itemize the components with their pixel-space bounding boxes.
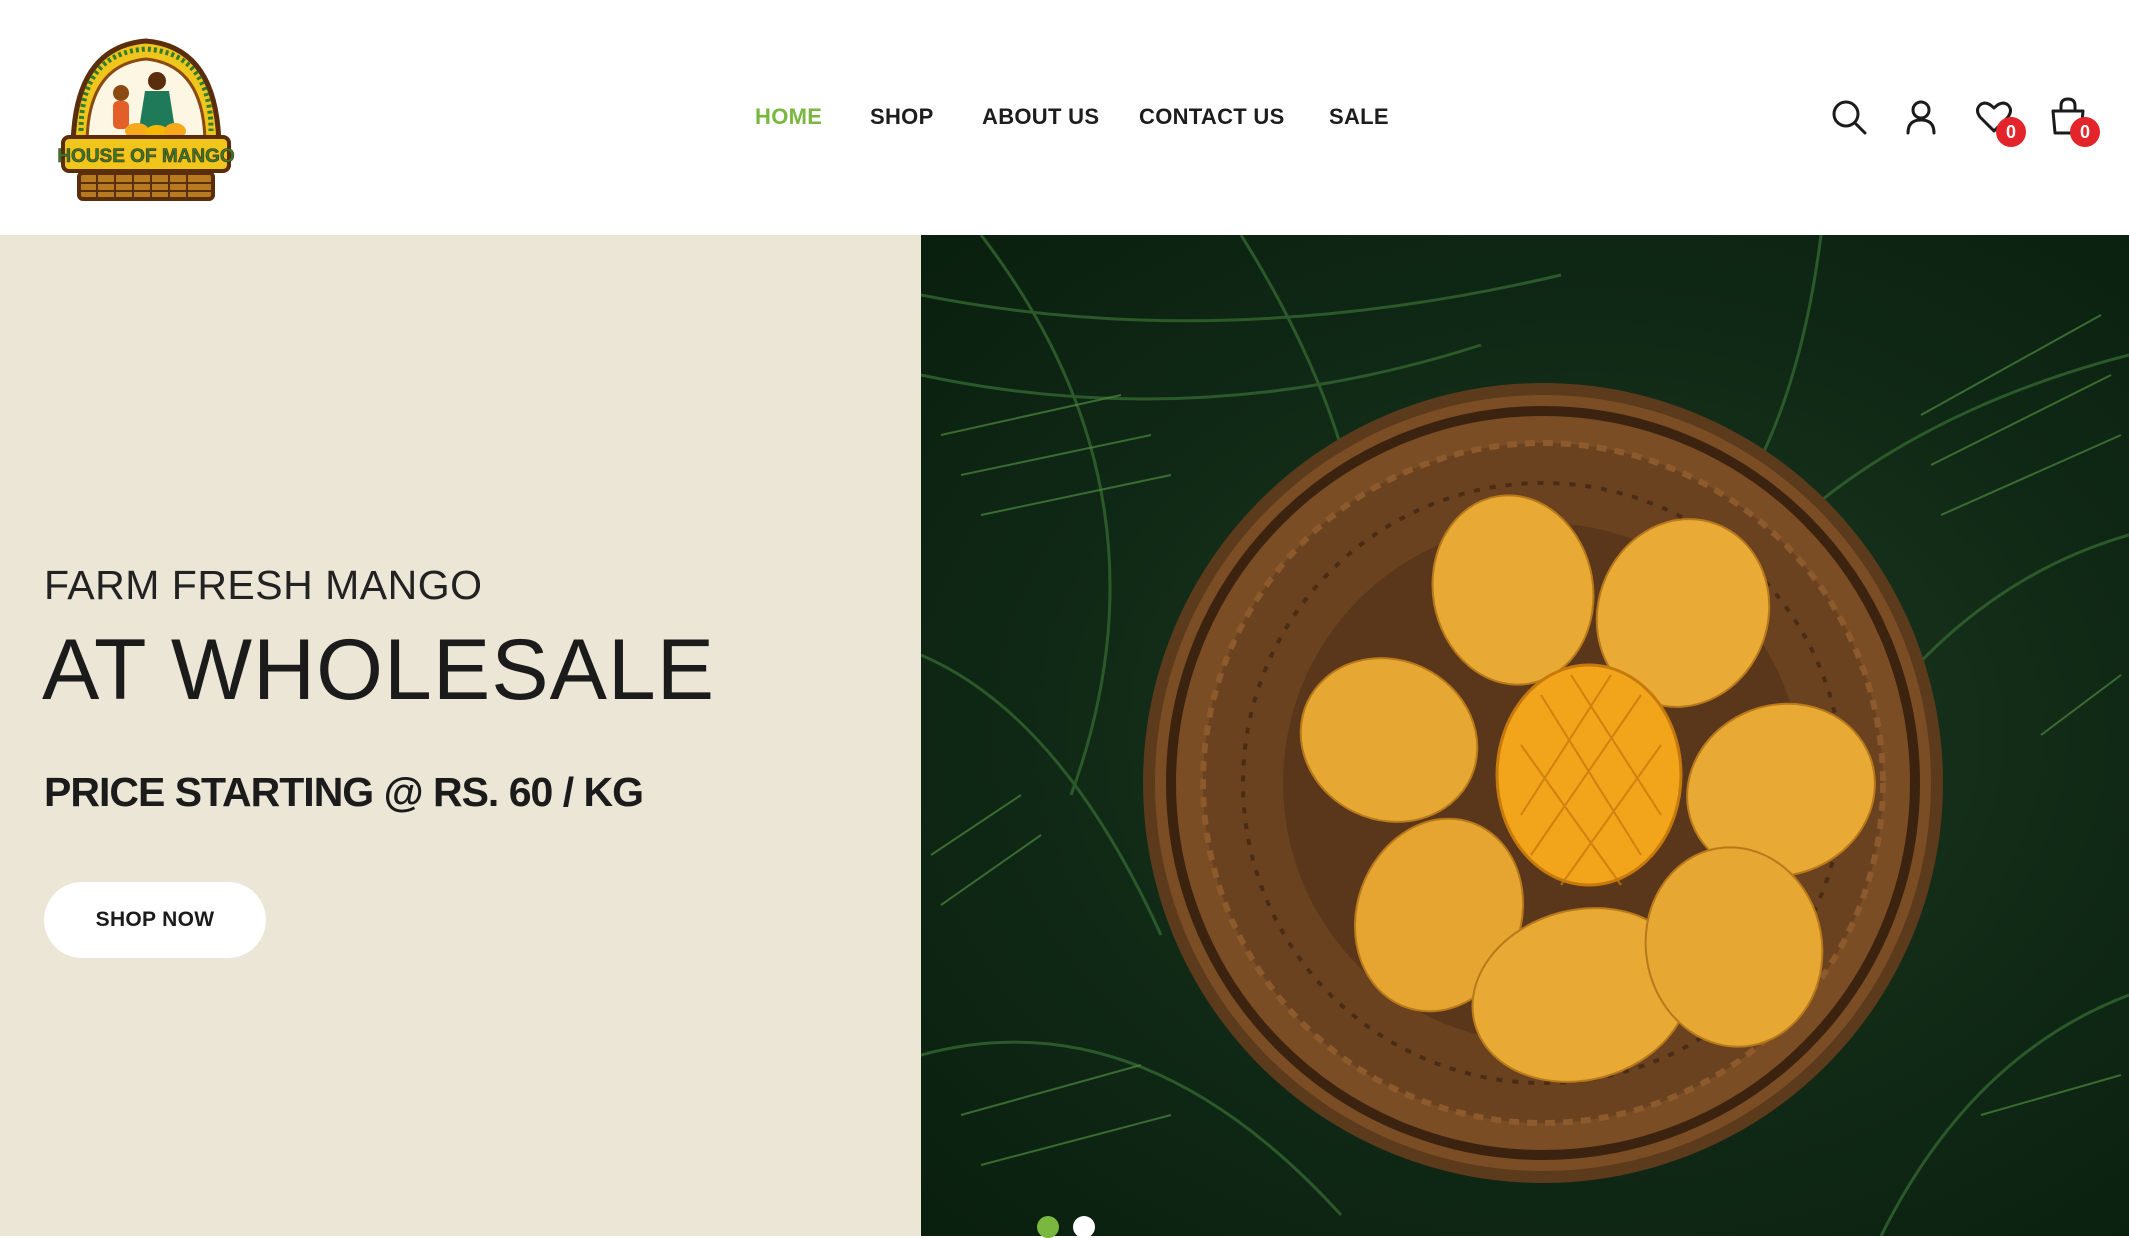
nav-sale[interactable]: SALE <box>1329 103 1389 131</box>
hero-price: PRICE STARTING @ RS. 60 / KG <box>44 769 644 815</box>
cart-count-badge: 0 <box>2070 117 2100 147</box>
wishlist-count-badge: 0 <box>1996 117 2026 147</box>
svg-text:HOUSE OF MANGO: HOUSE OF MANGO <box>57 146 234 167</box>
slide-dot-2[interactable] <box>1073 1216 1095 1238</box>
nav-about-us[interactable]: ABOUT US <box>982 103 1099 131</box>
hero-image <box>921 235 2129 1236</box>
account-button[interactable] <box>1899 95 1943 139</box>
search-icon <box>1832 100 1867 135</box>
hero-eyebrow: FARM FRESH MANGO <box>44 562 483 608</box>
cart-button[interactable]: 0 <box>2046 95 2100 147</box>
hero-text-panel <box>0 235 921 1236</box>
main-nav: HOME SHOP ABOUT US CONTACT US SALE <box>0 103 2129 131</box>
site-header: HOUSE OF MANGO HOME SHOP ABOUT US CONTAC… <box>0 0 2129 235</box>
search-button[interactable] <box>1827 95 1871 139</box>
user-icon <box>1906 100 1936 135</box>
slide-dot-1[interactable] <box>1037 1216 1059 1238</box>
nav-contact-us[interactable]: CONTACT US <box>1139 103 1285 131</box>
hero-headline: AT WHOLESALE <box>42 622 716 718</box>
nav-home[interactable]: HOME <box>755 103 822 131</box>
nav-shop[interactable]: SHOP <box>870 103 934 131</box>
wishlist-button[interactable]: 0 <box>1972 95 2026 147</box>
shop-now-button[interactable]: SHOP NOW <box>44 882 266 958</box>
